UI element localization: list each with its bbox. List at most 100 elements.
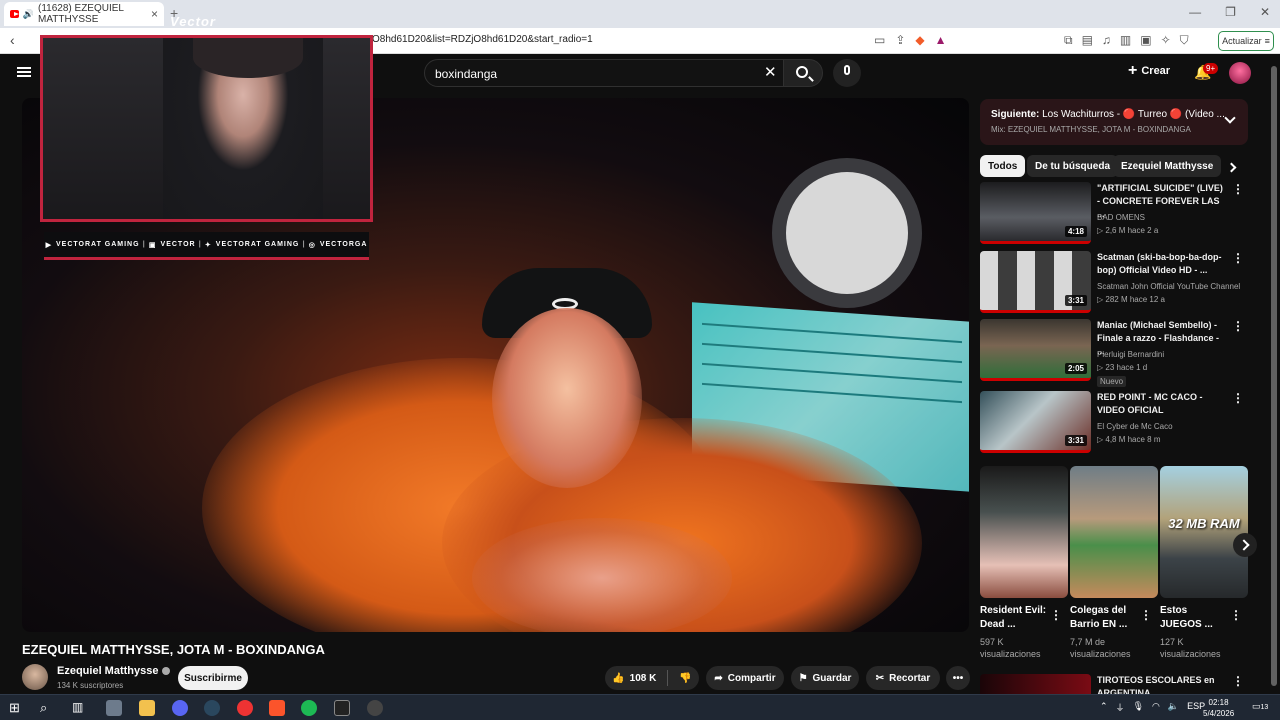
dislike-button[interactable]: 👎: [679, 673, 691, 684]
more-vert-icon[interactable]: ⋮: [1232, 251, 1244, 265]
app-icon[interactable]: [106, 700, 122, 716]
rewards-icon[interactable]: ▲: [935, 33, 947, 47]
search-icon[interactable]: ⌕: [40, 700, 56, 716]
spotify-icon[interactable]: [301, 700, 317, 716]
video-thumbnail[interactable]: [980, 674, 1091, 694]
shorts-next-button[interactable]: [1233, 533, 1257, 557]
minimize-icon[interactable]: —: [1189, 5, 1201, 19]
subscribe-button[interactable]: Suscribirme: [178, 666, 248, 690]
share-icon[interactable]: ⇪: [895, 33, 905, 47]
clear-search-icon[interactable]: ✕: [764, 63, 777, 81]
recommendation-channel[interactable]: El Cyber de Mc Caco: [1097, 422, 1173, 431]
search-input[interactable]: boxindanga: [424, 59, 784, 87]
brave-icon[interactable]: [269, 700, 285, 716]
more-vert-icon[interactable]: ⋮: [1230, 608, 1242, 622]
more-vert-icon[interactable]: ⋮: [1232, 319, 1244, 333]
more-vert-icon[interactable]: ⋮: [1232, 182, 1244, 196]
clock[interactable]: 02:18 5/4/2026: [1203, 697, 1234, 719]
plus-icon: +: [1128, 62, 1138, 79]
more-actions-button[interactable]: •••: [946, 666, 970, 690]
create-button[interactable]: + Crear: [1128, 62, 1170, 80]
music-icon[interactable]: ♫: [1102, 33, 1111, 48]
video-thumbnail[interactable]: 3:31: [980, 391, 1091, 453]
notification-center-icon[interactable]: ▭13: [1252, 701, 1268, 712]
reader-icon[interactable]: ▤: [1082, 33, 1093, 48]
scrollbar-thumb[interactable]: [1271, 66, 1277, 686]
close-window-icon[interactable]: ✕: [1260, 5, 1270, 19]
recommendation-title[interactable]: TIROTEOS ESCOLARES en ARGENTINA: [1097, 674, 1227, 694]
steam-icon[interactable]: [204, 700, 220, 716]
chip-channel[interactable]: Ezequiel Matthysse: [1113, 155, 1222, 177]
recommendation-item[interactable]: 4:18 "ARTIFICIAL SUICIDE" (LIVE) - CONCR…: [980, 182, 1248, 246]
close-tab-icon[interactable]: ×: [151, 7, 158, 21]
file-explorer-icon[interactable]: [139, 700, 155, 716]
share-button[interactable]: ➦ Compartir: [706, 666, 784, 690]
video-thumbnail[interactable]: 4:18: [980, 182, 1091, 244]
cast-icon[interactable]: ▭: [874, 33, 885, 47]
recommendation-item[interactable]: 2:05 Maniac (Michael Sembello) - Finale …: [980, 319, 1248, 383]
recommendation-item[interactable]: 3:31 RED POINT - MC CACO - VIDEO OFICIAL…: [980, 391, 1248, 455]
url-field[interactable]: O8hd61D20&list=RDZjO8hd61D20&start_radio…: [372, 34, 593, 45]
youtube-icon: ▶: [45, 241, 52, 249]
wifi-icon[interactable]: ◠: [1152, 701, 1160, 714]
chevron-up-icon[interactable]: ⌃: [1100, 701, 1108, 714]
short-title[interactable]: Estos JUEGOS ...: [1160, 604, 1230, 632]
obs-icon[interactable]: [367, 700, 383, 716]
page-scrollbar[interactable]: [1268, 54, 1280, 694]
extensions-icon[interactable]: ⧉: [1064, 33, 1073, 48]
channel-name[interactable]: Ezequiel Matthysse: [57, 665, 171, 677]
usb-icon[interactable]: ⏚: [1116, 701, 1125, 714]
account-avatar[interactable]: [1229, 62, 1251, 84]
chevron-right-icon[interactable]: [1226, 162, 1237, 173]
twitter-icon: ✦: [204, 241, 212, 249]
save-button[interactable]: ⚑ Guardar: [791, 666, 859, 690]
recommendation-item[interactable]: 3:31 Scatman (ski-ba-bop-ba-dop-bop) Off…: [980, 251, 1248, 315]
mic-icon: [844, 65, 850, 75]
wallet-icon[interactable]: ▣: [1140, 33, 1151, 48]
ai-icon[interactable]: ✧: [1161, 33, 1171, 48]
recommendation-item[interactable]: TIROTEOS ESCOLARES en ARGENTINA ⋮: [980, 674, 1248, 694]
opera-icon[interactable]: [237, 700, 253, 716]
recommendation-channel[interactable]: BAD OMENS: [1097, 213, 1145, 222]
mic-icon[interactable]: 🎙: [1133, 701, 1144, 714]
more-vert-icon[interactable]: ⋮: [1140, 608, 1152, 622]
browser-tab[interactable]: 🔊 (11628) EZEQUIEL MATTHYSSE ×: [4, 2, 164, 26]
brave-shield-icon[interactable]: ◆: [915, 33, 924, 47]
duration-badge: 3:31: [1064, 435, 1087, 446]
update-button[interactable]: Actualizar ≡: [1218, 31, 1274, 51]
recommendation-title[interactable]: Scatman (ski-ba-bop-ba-dop-bop) Official…: [1097, 251, 1227, 277]
more-vert-icon[interactable]: ⋮: [1232, 674, 1244, 688]
recommendation-title[interactable]: RED POINT - MC CACO - VIDEO OFICIAL: [1097, 391, 1227, 417]
chip-all[interactable]: Todos: [980, 155, 1026, 177]
short-thumbnail[interactable]: [980, 466, 1068, 598]
windows-start-icon[interactable]: ⊞: [9, 700, 25, 716]
vpn-icon[interactable]: ⛉: [1180, 33, 1189, 48]
short-title[interactable]: Colegas del Barrio EN ...: [1070, 604, 1140, 632]
task-view-icon[interactable]: ▥: [72, 700, 88, 716]
divider: [667, 670, 669, 686]
short-thumbnail[interactable]: 32 MB RAM: [1160, 466, 1248, 598]
more-vert-icon[interactable]: ⋮: [1050, 608, 1062, 622]
short-thumbnail[interactable]: [1070, 466, 1158, 598]
more-vert-icon[interactable]: ⋮: [1232, 391, 1244, 405]
restore-icon[interactable]: ❐: [1225, 5, 1236, 19]
like-button[interactable]: 👍 108 K: [612, 673, 656, 684]
app-icon[interactable]: [334, 700, 350, 716]
volume-icon[interactable]: 🔈: [1168, 701, 1179, 714]
chip-from-search[interactable]: De tu búsqueda: [1027, 155, 1119, 177]
search-button[interactable]: [783, 59, 823, 87]
sidebar-icon[interactable]: ▥: [1120, 33, 1131, 48]
chevron-down-icon[interactable]: [1224, 112, 1236, 124]
playlist-next-panel[interactable]: Siguiente: Los Wachiturros - 🔴 Turreo 🔴 …: [980, 99, 1248, 145]
video-thumbnail[interactable]: 2:05: [980, 319, 1091, 381]
voice-search-button[interactable]: [833, 59, 861, 87]
recommendation-channel[interactable]: Scatman John Official YouTube Channel: [1097, 282, 1247, 291]
menu-icon[interactable]: [17, 67, 31, 77]
short-title[interactable]: Resident Evil: Dead ...: [980, 604, 1050, 632]
video-thumbnail[interactable]: 3:31: [980, 251, 1091, 313]
recommendation-channel[interactable]: Pierluigi Bernardini: [1097, 350, 1164, 359]
back-icon[interactable]: ‹: [10, 32, 15, 48]
discord-icon[interactable]: [172, 700, 188, 716]
clip-button[interactable]: ✂ Recortar: [866, 666, 940, 690]
channel-avatar[interactable]: [22, 664, 48, 690]
